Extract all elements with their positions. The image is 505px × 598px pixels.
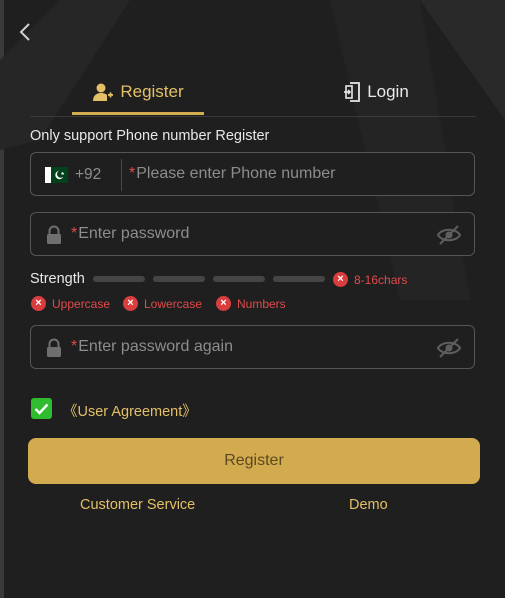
confirm-password-input[interactable]: *Enter password again	[71, 338, 233, 356]
agreement-checkbox[interactable]	[31, 398, 52, 419]
lock-icon	[47, 225, 61, 244]
tab-register[interactable]: Register	[72, 70, 204, 114]
phone-placeholder: Please enter Phone number	[136, 165, 336, 182]
rule-uppercase-label: Uppercase	[52, 296, 111, 311]
tab-login[interactable]: Login	[326, 70, 426, 114]
auth-tabs: Register Login	[30, 70, 476, 117]
strength-bar	[213, 276, 265, 282]
error-x-icon: ×	[123, 296, 138, 311]
country-code[interactable]: +92	[75, 166, 101, 184]
error-x-icon: ×	[216, 296, 231, 311]
login-door-icon	[344, 82, 361, 102]
password-placeholder: Enter password	[78, 225, 190, 242]
eye-off-icon[interactable]	[436, 336, 462, 360]
strength-bar	[93, 276, 145, 282]
phone-divider	[121, 159, 122, 191]
pakistan-flag-icon[interactable]	[45, 167, 68, 183]
register-panel: Register Login Only support Phone number…	[0, 0, 505, 598]
lock-icon	[47, 338, 61, 357]
required-mark: *	[129, 165, 136, 182]
back-arrow-icon[interactable]	[14, 20, 38, 44]
register-button[interactable]: Register	[28, 438, 480, 484]
error-x-icon: ×	[31, 296, 46, 311]
phone-field[interactable]: +92 *Please enter Phone number	[30, 152, 475, 196]
rule-numbers: × Numbers	[216, 296, 286, 311]
customer-service-link[interactable]: Customer Service	[80, 497, 195, 513]
rule-numbers-label: Numbers	[237, 296, 286, 311]
strength-bar	[153, 276, 205, 282]
rule-lowercase-label: Lowercase	[144, 296, 203, 311]
rule-length: × 8-16chars	[333, 272, 407, 287]
phone-input[interactable]: *Please enter Phone number	[129, 165, 335, 183]
panel-edge	[0, 0, 4, 598]
register-note: Only support Phone number Register	[30, 128, 270, 144]
rule-lowercase: × Lowercase	[123, 296, 202, 311]
add-user-icon	[93, 83, 114, 101]
strength-bar	[273, 276, 325, 282]
error-x-icon: ×	[333, 272, 348, 287]
rule-length-label: 8-16chars	[354, 272, 408, 287]
tab-register-label: Register	[120, 82, 184, 101]
rule-uppercase: × Uppercase	[31, 296, 110, 311]
active-tab-indicator	[72, 112, 204, 115]
required-mark: *	[71, 225, 78, 242]
password-input[interactable]: *Enter password	[71, 225, 189, 243]
strength-label: Strength	[30, 271, 85, 287]
password-field[interactable]: *Enter password	[30, 212, 475, 256]
required-mark: *	[71, 338, 78, 355]
tab-login-label: Login	[367, 82, 409, 101]
confirm-password-placeholder: Enter password again	[78, 338, 233, 355]
eye-off-icon[interactable]	[436, 223, 462, 247]
checkmark-icon	[34, 403, 49, 415]
confirm-password-field[interactable]: *Enter password again	[30, 325, 475, 369]
user-agreement-link[interactable]: 《User Agreement》	[63, 400, 197, 421]
demo-link[interactable]: Demo	[349, 497, 388, 513]
